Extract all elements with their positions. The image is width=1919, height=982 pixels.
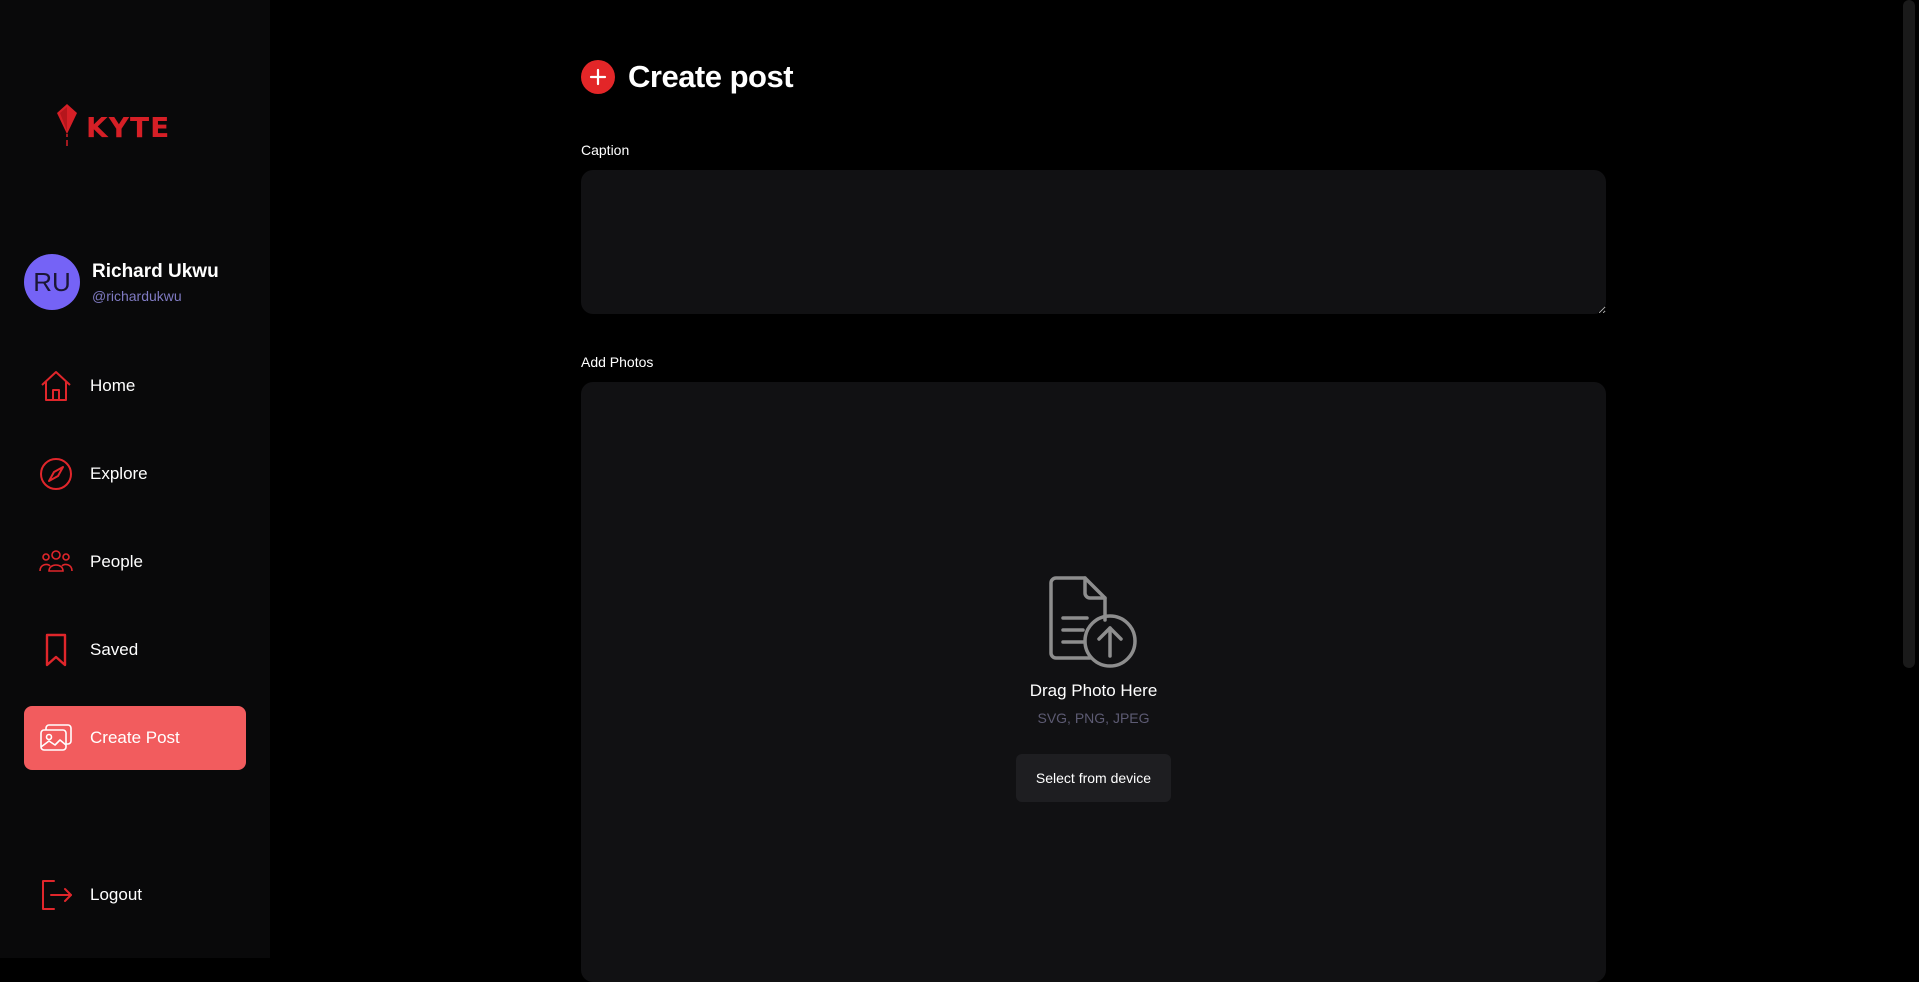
sidebar-nav: Home Explore People Saved Create Post [24, 354, 246, 794]
photo-dropzone[interactable]: Drag Photo Here SVG, PNG, JPEG Select fr… [581, 382, 1606, 982]
kite-icon [57, 104, 77, 146]
sidebar-item-label: Home [90, 376, 136, 395]
compass-icon [38, 456, 74, 492]
user-handle: @richardukwu [92, 287, 182, 304]
scrollbar-thumb[interactable] [1903, 0, 1915, 668]
sidebar: KYTE RU Richard Ukwu @richardukwu Home E… [0, 0, 270, 958]
select-from-device-button[interactable]: Select from device [1016, 754, 1171, 802]
caption-input[interactable] [581, 170, 1606, 314]
people-icon [38, 544, 74, 580]
logout-button[interactable]: Logout [38, 877, 142, 913]
caption-label: Caption [581, 142, 630, 158]
sidebar-item-home[interactable]: Home [24, 354, 246, 418]
sidebar-item-label: Saved [90, 640, 139, 659]
sidebar-item-explore[interactable]: Explore [24, 442, 246, 506]
logout-icon [38, 877, 74, 913]
file-upload-icon [1049, 576, 1137, 668]
scrollbar[interactable] [1899, 0, 1919, 958]
brand-logo[interactable]: KYTE [56, 104, 170, 148]
bookmark-icon [38, 632, 74, 668]
sidebar-item-label: People [90, 552, 143, 571]
brand-name: KYTE [86, 111, 171, 144]
user-name: Richard Ukwu [92, 260, 219, 282]
sidebar-item-people[interactable]: People [24, 530, 246, 594]
home-icon [38, 368, 74, 404]
accepted-formats: SVG, PNG, JPEG [1037, 710, 1150, 726]
avatar[interactable]: RU [24, 254, 80, 310]
logout-label: Logout [90, 885, 142, 904]
add-photos-label: Add Photos [581, 354, 654, 370]
sidebar-item-create-post[interactable]: Create Post [24, 706, 246, 770]
drag-photo-text: Drag Photo Here [1029, 681, 1158, 700]
sidebar-item-saved[interactable]: Saved [24, 618, 246, 682]
user-profile[interactable]: RU Richard Ukwu @richardukwu [24, 254, 219, 310]
main-content: Create post Caption Add Photos Drag Phot… [270, 0, 1919, 982]
page-header: Create post [581, 59, 794, 95]
gallery-add-icon [38, 720, 74, 756]
sidebar-item-label: Explore [90, 464, 148, 483]
plus-icon [581, 60, 615, 94]
sidebar-item-label: Create Post [90, 728, 180, 747]
page-title: Create post [628, 59, 794, 94]
